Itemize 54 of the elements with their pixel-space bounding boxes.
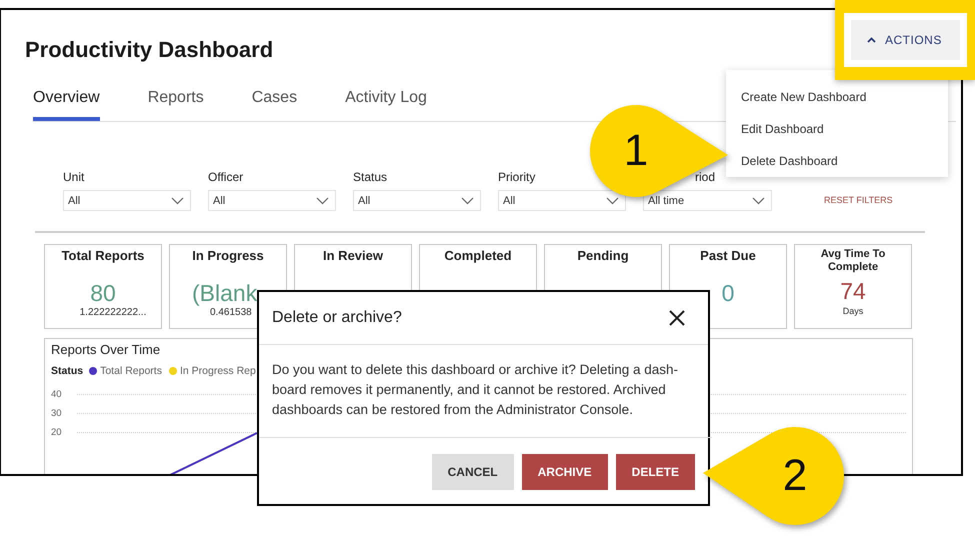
card-value: 0 <box>722 280 734 306</box>
chevron-down-icon <box>461 196 474 204</box>
card-value: (Blank <box>192 280 258 306</box>
card-subtext: Days <box>842 306 864 316</box>
action-button[interactable]: DELETE <box>616 454 695 490</box>
filter-label: riod <box>694 170 716 184</box>
tab[interactable]: Overview <box>33 77 100 121</box>
chevron-down-icon <box>316 196 329 204</box>
card-title: Avg Time To Complete <box>820 248 886 274</box>
chevron-down-icon <box>752 196 765 204</box>
filter-label: Officer <box>208 170 244 184</box>
card-title: Pending <box>576 248 630 263</box>
filter-label: Status <box>353 170 388 184</box>
cancel-button[interactable]: CANCEL <box>432 454 514 490</box>
reset-filters-link[interactable]: RESET FILTERS <box>824 195 893 205</box>
y-axis-label: 20 <box>51 426 63 438</box>
card-title: Past Due <box>699 248 757 263</box>
legend-label: In Progress Rep <box>180 365 256 377</box>
legend-label: Total Reports <box>100 365 162 377</box>
card-value: 80 <box>90 280 116 306</box>
callout-number: 2 <box>782 454 808 498</box>
filter-label: Unit <box>63 170 86 184</box>
close-icon[interactable] <box>669 310 685 326</box>
tab[interactable]: Cases <box>252 77 298 121</box>
menu-item[interactable]: Create New Dashboard <box>726 81 866 113</box>
callout-number: 1 <box>624 129 648 173</box>
card-title: Completed <box>443 248 513 263</box>
tab[interactable]: Activity Log <box>345 77 427 121</box>
dropdown[interactable]: All <box>498 190 626 211</box>
y-axis-label: 40 <box>51 388 63 400</box>
card-title: Total Reports <box>60 248 146 263</box>
chart-title: Reports Over Time <box>51 342 162 357</box>
y-axis-label: 30 <box>51 408 63 418</box>
dropdown[interactable]: All <box>63 190 191 211</box>
actions-button[interactable]: ACTIONS <box>851 20 960 60</box>
card-subtext: 0.461538 <box>210 307 252 318</box>
page-title: Productivity Dashboard <box>25 37 274 63</box>
menu-item[interactable]: Edit Dashboard <box>726 113 824 145</box>
dropdown[interactable]: All time <box>643 190 772 211</box>
chevron-down-icon <box>171 196 184 204</box>
card-subtext: 1.222222222... <box>80 307 146 318</box>
dropdown[interactable]: All <box>353 190 481 211</box>
dropdown[interactable]: All <box>208 190 336 211</box>
card-title: In Progress <box>191 248 265 263</box>
action-button[interactable]: ARCHIVE <box>522 454 608 490</box>
filter-label: Priority <box>498 170 536 184</box>
chevron-down-icon <box>606 196 619 204</box>
dialog-title: Delete or archive? <box>272 309 402 327</box>
card-value: 74 <box>840 278 866 304</box>
menu-item[interactable]: Delete Dashboard <box>726 145 838 177</box>
dialog-message: Do you want to delete this dashboard or archive it? Deleting a dash-board removes it permanently, and it cannot be restored. Archived dashboards can be restored from the Administrator Console. <box>259 345 712 438</box>
legend-title: Status <box>51 365 84 377</box>
card-title: In Review <box>322 248 384 263</box>
tab[interactable]: Reports <box>148 77 204 121</box>
